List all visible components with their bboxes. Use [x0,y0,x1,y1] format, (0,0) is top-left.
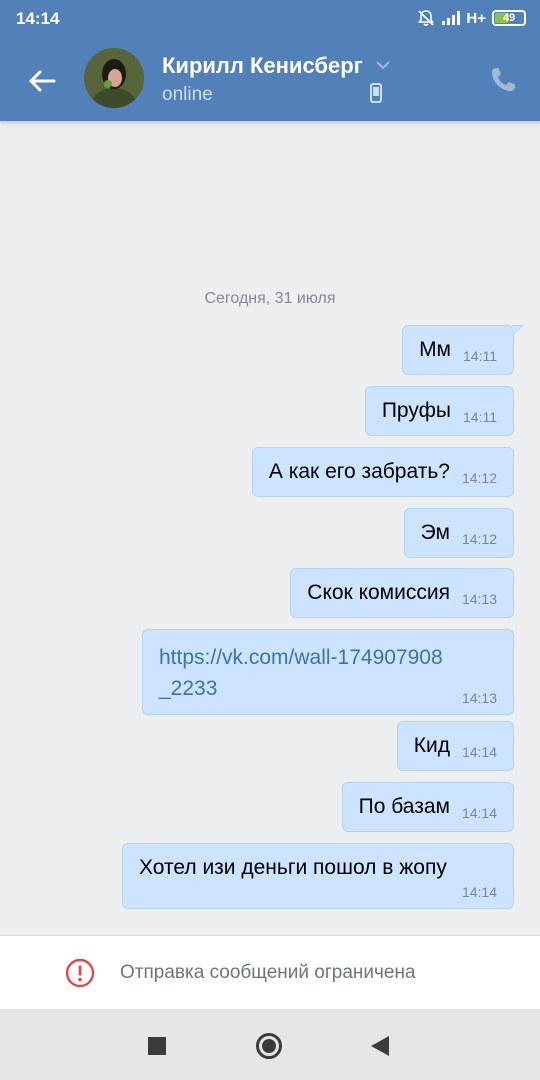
back-button[interactable] [22,61,62,101]
battery-level: 49 [502,12,516,24]
network-type: H+ [466,9,486,27]
avatar[interactable] [84,48,144,108]
message-time: 14:14 [461,744,497,760]
message-time: 14:13 [461,591,497,607]
message-text: Хотел изи деньги пошол в жопу [139,856,447,879]
mobile-phone-icon [370,83,382,103]
date-separator: Сегодня, 31 июля [204,290,336,307]
message-text: Скок комиссия [307,581,450,604]
triangle-back-icon [371,1036,389,1056]
home-button[interactable] [254,1031,284,1061]
warning-icon [65,958,95,988]
message-text: Пруфы [381,399,451,422]
message-text: Кид [413,734,450,757]
message-bubble[interactable]: Скок комиссия 14:13 [290,568,514,618]
contact-name[interactable]: Кирилл Кенисберг [162,53,363,79]
message-text: Эм [420,521,450,544]
system-nav-bar [0,1009,540,1080]
message-bubble[interactable]: Кид 14:14 [396,721,514,771]
battery-icon: 49 [492,10,526,26]
message-time: 14:11 [463,348,497,364]
message-time: 14:14 [461,805,497,821]
bell-off-icon [418,10,435,26]
contact-status: online [162,84,213,105]
message-time: 14:11 [463,409,497,425]
message-time: 14:14 [461,884,497,900]
message-bubble[interactable]: Пруфы 14:11 [364,386,514,436]
message-text: По базам [358,795,450,818]
status-time: 14:14 [16,9,60,28]
circle-icon [256,1033,282,1059]
message-bubble[interactable]: Хотел изи деньги пошол в жопу 14:14 [122,843,514,909]
message-bubble[interactable]: По базам 14:14 [341,782,514,832]
status-bar: 14:14 H+ 49 [0,0,540,37]
status-icons: H+ 49 [416,8,526,28]
chat-header: Кирилл Кенисберг online [0,37,540,121]
chevron-down-icon[interactable] [374,59,392,71]
message-bubble[interactable]: Эм 14:12 [403,508,514,558]
message-bubble[interactable]: А как его забрать? 14:12 [251,447,514,497]
message-time: 14:12 [461,531,497,547]
message-bubble[interactable]: https://vk.com/wall-174907908 _2233 14:1… [142,629,514,715]
signal-icon [442,11,461,25]
message-bubble[interactable]: Мм 14:11 [402,325,524,375]
call-icon[interactable] [488,65,518,95]
message-time: 14:12 [461,470,497,486]
recents-button[interactable] [142,1031,172,1061]
back-nav-button[interactable] [365,1031,395,1061]
square-icon [148,1037,166,1055]
composer-restricted-panel: Отправка сообщений ограничена [0,935,540,1009]
message-text: Мм [419,338,451,361]
restricted-message: Отправка сообщений ограничена [120,962,416,983]
message-text: А как его забрать? [268,460,450,483]
message-time: 14:13 [461,690,497,706]
arrow-left-icon [29,70,56,92]
